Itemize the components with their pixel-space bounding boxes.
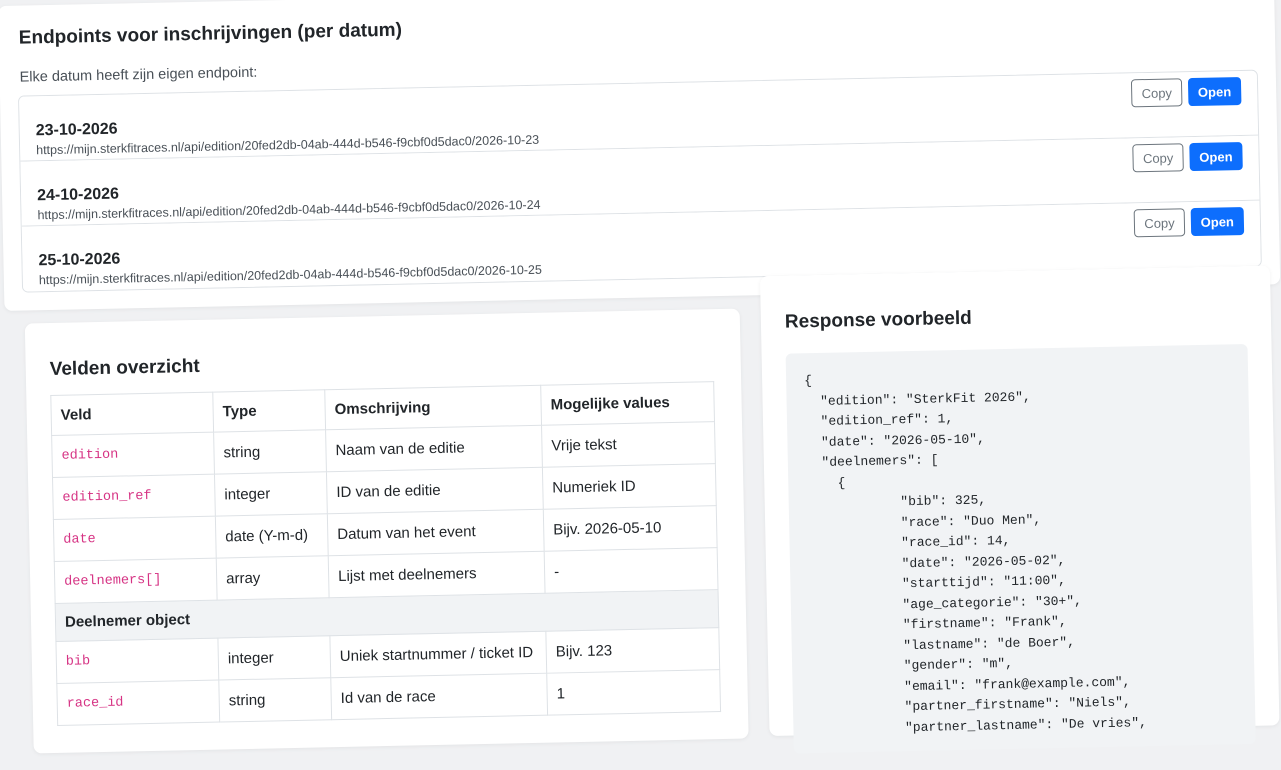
field-name: bib xyxy=(55,638,219,684)
field-description: ID van de editie xyxy=(326,467,544,514)
field-type: date (Y-m-d) xyxy=(215,513,329,559)
copy-button[interactable]: Copy xyxy=(1132,143,1184,173)
field-type: integer xyxy=(217,635,331,681)
field-type: integer xyxy=(214,471,328,517)
field-description: Datum van het event xyxy=(327,509,545,556)
column-header-omschrijving: Omschrijving xyxy=(324,385,542,430)
field-values: Bijv. 2026-05-10 xyxy=(543,505,718,552)
endpoint-actions: Copy Open xyxy=(1131,77,1242,108)
field-type: string xyxy=(213,429,327,475)
field-description: Lijst met deelnemers xyxy=(328,551,546,598)
column-header-values: Mogelijke values xyxy=(540,381,715,426)
copy-button[interactable]: Copy xyxy=(1131,78,1183,108)
field-description: Id van de race xyxy=(330,673,548,720)
response-title: Response voorbeeld xyxy=(784,307,972,333)
endpoint-actions: Copy Open xyxy=(1134,207,1245,238)
open-button[interactable]: Open xyxy=(1189,142,1243,172)
open-button[interactable]: Open xyxy=(1187,77,1242,107)
fields-card: Velden overzicht Veld Type Omschrijving … xyxy=(24,308,749,754)
endpoint-list: 23-10-2026 https://mijn.sterkfitraces.nl… xyxy=(18,69,1262,293)
response-card: Response voorbeeld { "edition": "SterkFi… xyxy=(759,265,1280,754)
fields-title: Velden overzicht xyxy=(49,355,200,381)
endpoint-actions: Copy Open xyxy=(1132,142,1243,173)
field-values: Vrije tekst xyxy=(541,421,716,468)
column-header-veld: Veld xyxy=(50,392,214,436)
response-code-block: { "edition": "SterkFit 2026", "edition_r… xyxy=(785,343,1256,754)
field-description: Naam van de editie xyxy=(325,425,543,472)
open-button[interactable]: Open xyxy=(1190,207,1245,237)
field-values: - xyxy=(544,547,719,594)
field-values: 1 xyxy=(546,669,721,716)
fields-table: Veld Type Omschrijving Mogelijke values … xyxy=(50,381,721,726)
endpoints-card: Endpoints voor inschrijvingen (per datum… xyxy=(0,0,1281,311)
field-values: Bijv. 123 xyxy=(545,627,720,674)
endpoints-title: Endpoints voor inschrijvingen (per datum… xyxy=(18,19,403,49)
field-name: edition xyxy=(51,432,215,478)
field-name: deelnemers[] xyxy=(54,558,218,604)
page: Endpoints voor inschrijvingen (per datum… xyxy=(0,0,1281,754)
field-description: Uniek startnummer / ticket ID xyxy=(329,631,547,678)
field-name: edition_ref xyxy=(52,474,216,520)
field-values: Numeriek ID xyxy=(542,463,717,510)
field-name: date xyxy=(53,516,217,562)
column-header-type: Type xyxy=(212,389,326,433)
field-name: race_id xyxy=(56,680,220,726)
field-type: array xyxy=(216,555,330,601)
field-type: string xyxy=(218,677,332,723)
copy-button[interactable]: Copy xyxy=(1134,208,1185,238)
